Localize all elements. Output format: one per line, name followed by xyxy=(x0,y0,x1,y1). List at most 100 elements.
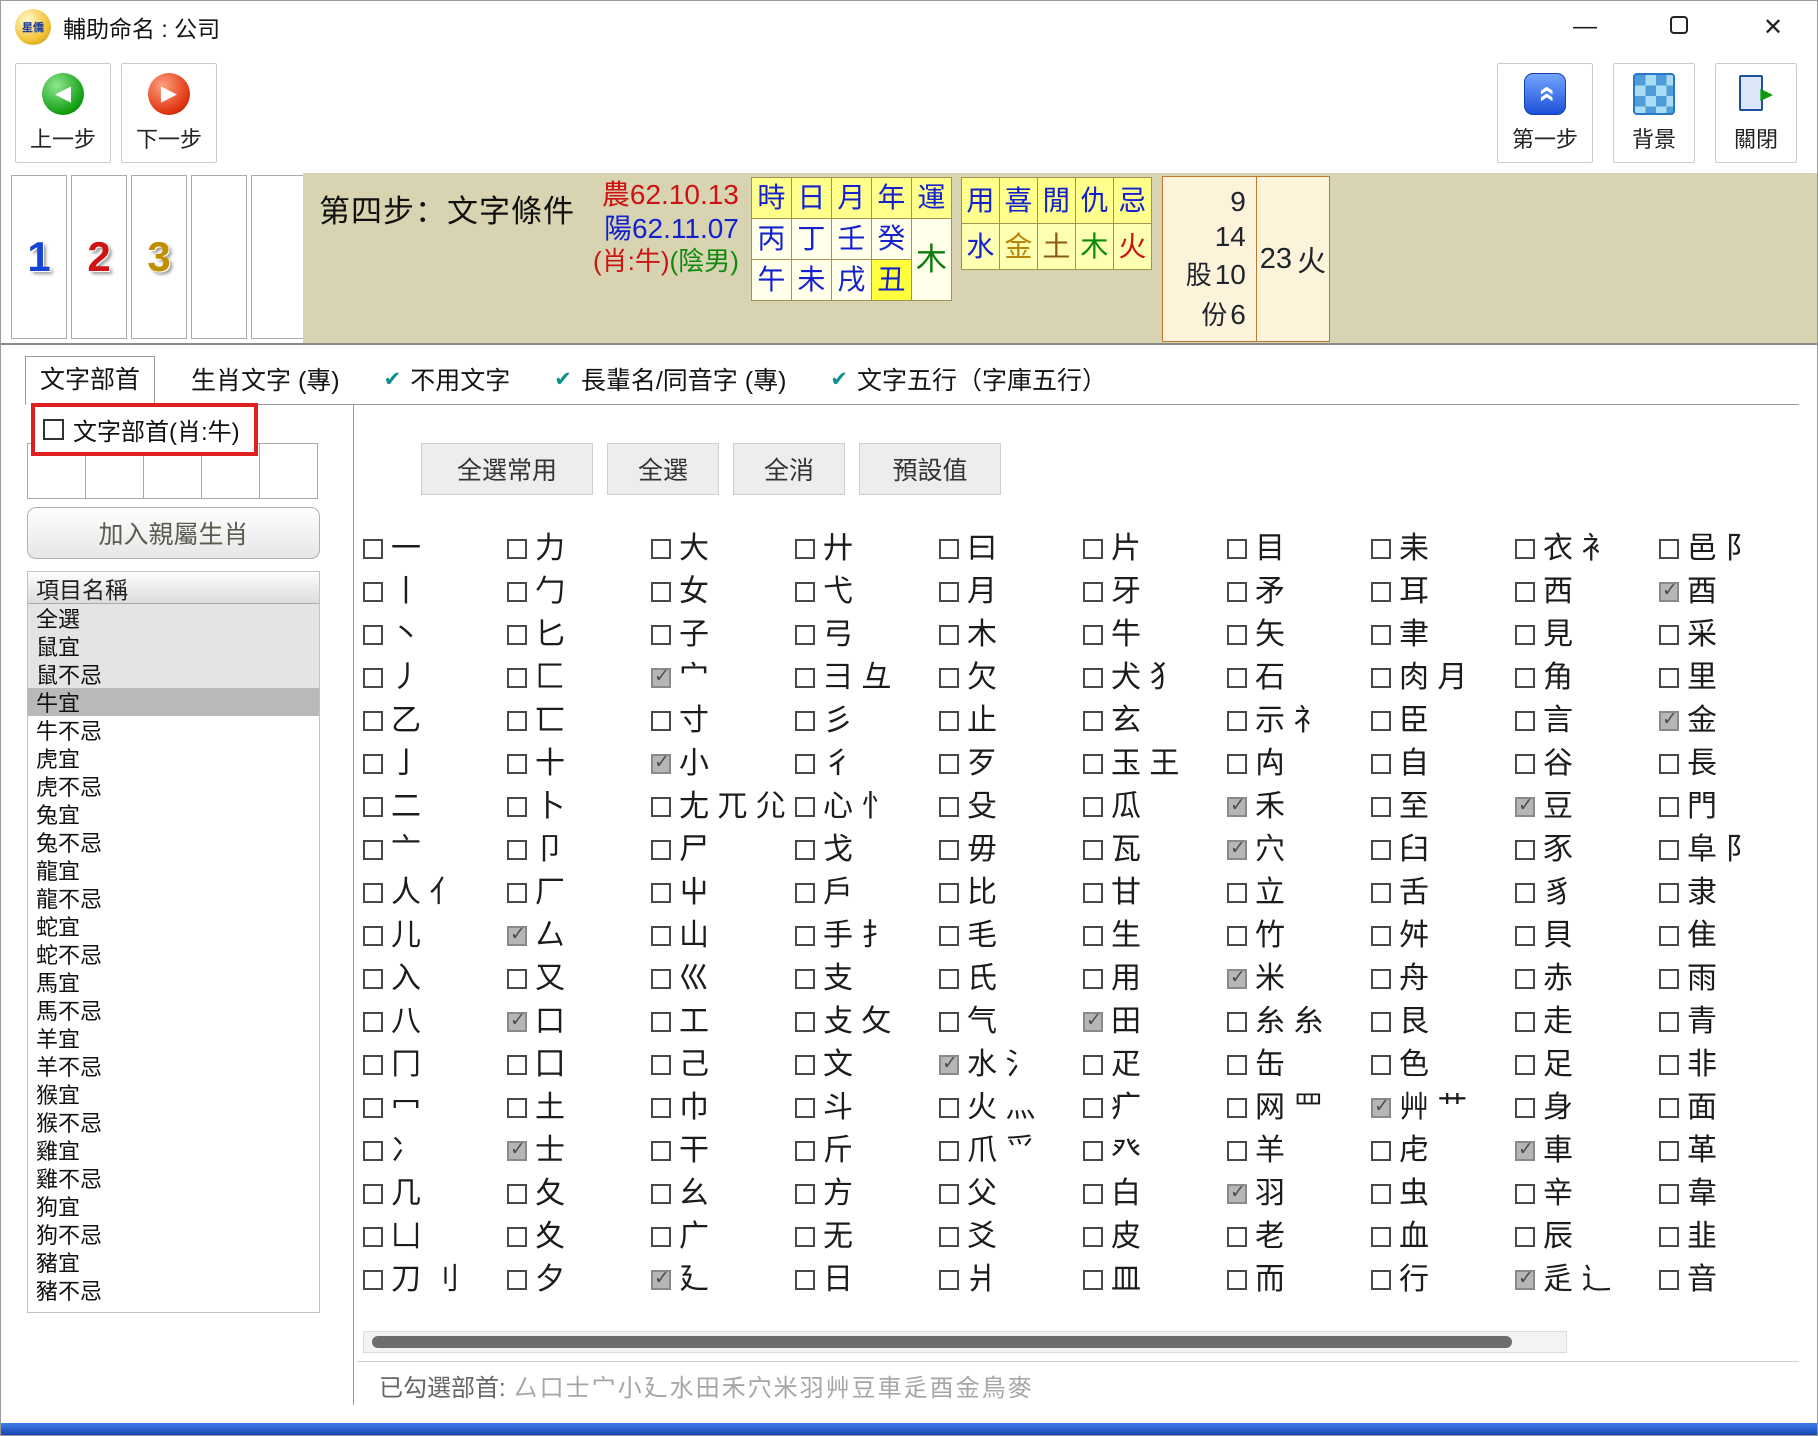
radical-checkbox[interactable] xyxy=(795,539,815,559)
radical-checkbox[interactable] xyxy=(651,969,671,989)
radical-checkbox[interactable] xyxy=(1659,1184,1679,1204)
radical-label[interactable]: 巾 xyxy=(679,1093,709,1123)
radical-checkbox[interactable] xyxy=(795,969,815,989)
radical-label[interactable]: 禾 xyxy=(1255,792,1285,822)
radical-checkbox[interactable] xyxy=(1371,539,1391,559)
radical-checkbox[interactable] xyxy=(1227,926,1247,946)
radical-checkbox[interactable] xyxy=(507,1012,527,1032)
radical-label[interactable]: 衣 衤 xyxy=(1543,534,1611,564)
list-item[interactable]: 蛇不忌 xyxy=(28,940,319,968)
radical-checkbox[interactable] xyxy=(1371,1098,1391,1118)
radical-checkbox[interactable] xyxy=(939,1141,959,1161)
radical-label[interactable]: 目 xyxy=(1255,534,1285,564)
radical-label[interactable]: 手 扌 xyxy=(823,921,891,951)
radical-label[interactable]: 見 xyxy=(1543,620,1573,650)
radical-checkbox[interactable] xyxy=(795,1098,815,1118)
radical-label[interactable]: 工 xyxy=(679,1007,709,1037)
radical-checkbox[interactable] xyxy=(1515,1270,1535,1290)
radical-checkbox[interactable] xyxy=(939,539,959,559)
radical-checkbox[interactable] xyxy=(1515,926,1535,946)
radical-label[interactable]: 月 xyxy=(967,577,997,607)
close-button[interactable]: ✕ xyxy=(1759,13,1787,42)
radical-checkbox[interactable] xyxy=(795,754,815,774)
radical-checkbox[interactable] xyxy=(651,668,671,688)
radical-checkbox[interactable] xyxy=(1083,1012,1103,1032)
prev-step-button[interactable]: ◀ 上一步 xyxy=(15,63,111,163)
radical-label[interactable]: 色 xyxy=(1399,1050,1429,1080)
radical-label[interactable]: 父 xyxy=(967,1179,997,1209)
list-item[interactable]: 馬不忌 xyxy=(28,996,319,1024)
radical-checkbox[interactable] xyxy=(507,754,527,774)
list-item[interactable]: 龍宜 xyxy=(28,856,319,884)
radical-checkbox[interactable] xyxy=(1515,625,1535,645)
list-item[interactable]: 虎不忌 xyxy=(28,772,319,800)
radical-label[interactable]: 彳 xyxy=(823,749,853,779)
step-slot-5[interactable] xyxy=(251,175,307,339)
radical-checkbox[interactable] xyxy=(507,668,527,688)
list-item[interactable]: 羊宜 xyxy=(28,1024,319,1052)
radical-checkbox[interactable] xyxy=(507,969,527,989)
radical-label[interactable]: 皿 xyxy=(1111,1265,1141,1295)
list-item[interactable]: 雞宜 xyxy=(28,1136,319,1164)
radical-label[interactable]: 臼 xyxy=(1399,835,1429,865)
radical-label[interactable]: 走 xyxy=(1543,1007,1573,1037)
radical-checkbox[interactable] xyxy=(795,625,815,645)
radical-label[interactable]: 丨 xyxy=(391,577,421,607)
radical-label[interactable]: 辰 xyxy=(1543,1222,1573,1252)
radical-label[interactable]: 凵 xyxy=(391,1222,421,1252)
radical-checkbox[interactable] xyxy=(1659,1141,1679,1161)
radical-label[interactable]: 人 亻 xyxy=(391,878,459,908)
radical-checkbox[interactable] xyxy=(1515,1098,1535,1118)
radical-label[interactable]: 水 氵 xyxy=(967,1050,1035,1080)
radical-checkbox[interactable] xyxy=(651,840,671,860)
radical-label[interactable]: 八 xyxy=(391,1007,421,1037)
radical-checkbox[interactable] xyxy=(939,625,959,645)
radical-checkbox[interactable] xyxy=(1515,1227,1535,1247)
radical-checkbox[interactable] xyxy=(507,1055,527,1075)
radical-label[interactable]: 匚 xyxy=(535,663,565,693)
radical-checkbox[interactable] xyxy=(1371,883,1391,903)
radical-checkbox[interactable] xyxy=(363,1098,383,1118)
radical-checkbox[interactable] xyxy=(1227,1141,1247,1161)
radical-checkbox[interactable] xyxy=(507,926,527,946)
radical-label[interactable]: 面 xyxy=(1687,1093,1717,1123)
radical-label[interactable]: 糸 糸 xyxy=(1255,1007,1323,1037)
radical-label[interactable]: 气 xyxy=(967,1007,997,1037)
radical-label[interactable]: 士 xyxy=(535,1136,565,1166)
radical-checkbox[interactable] xyxy=(1371,969,1391,989)
radical-label[interactable]: 瓦 xyxy=(1111,835,1141,865)
radical-checkbox[interactable] xyxy=(1227,711,1247,731)
radical-label[interactable]: 夂 xyxy=(535,1179,565,1209)
radical-label[interactable]: 止 xyxy=(967,706,997,736)
list-item[interactable]: 狗不忌 xyxy=(28,1220,319,1248)
radical-label[interactable]: 曰 xyxy=(967,534,997,564)
background-button[interactable]: 背景 xyxy=(1613,63,1695,163)
list-item[interactable]: 兔不忌 xyxy=(28,828,319,856)
radical-label[interactable]: 身 xyxy=(1543,1093,1573,1123)
radical-label[interactable]: 血 xyxy=(1399,1222,1429,1252)
radical-label[interactable]: 殳 xyxy=(967,792,997,822)
radical-checkbox[interactable] xyxy=(363,582,383,602)
radical-label[interactable]: 廾 xyxy=(823,534,853,564)
radical-label[interactable]: 酉 xyxy=(1687,577,1717,607)
radical-label[interactable]: 匸 xyxy=(535,706,565,736)
radical-label[interactable]: 冂 xyxy=(391,1050,421,1080)
step-slot-2[interactable]: 2 xyxy=(71,175,127,339)
radical-checkbox[interactable] xyxy=(1371,840,1391,860)
radical-checkbox[interactable] xyxy=(1515,1055,1535,1075)
radical-label[interactable]: 丿 xyxy=(391,663,421,693)
radical-checkbox[interactable] xyxy=(1083,1055,1103,1075)
radical-label[interactable]: 子 xyxy=(679,620,709,650)
radical-label[interactable]: 田 xyxy=(1111,1007,1141,1037)
radical-checkbox[interactable] xyxy=(363,1270,383,1290)
tab-unused-chars[interactable]: ✔不用文字 xyxy=(376,358,519,404)
step-slot-3[interactable]: 3 xyxy=(131,175,187,339)
radical-label[interactable]: 斤 xyxy=(823,1136,853,1166)
list-item[interactable]: 雞不忌 xyxy=(28,1164,319,1192)
radical-checkbox[interactable] xyxy=(1227,1184,1247,1204)
radical-checkbox[interactable] xyxy=(795,840,815,860)
radical-label[interactable]: 舛 xyxy=(1399,921,1429,951)
radical-label[interactable]: 革 xyxy=(1687,1136,1717,1166)
radical-checkbox[interactable] xyxy=(1083,969,1103,989)
radical-label[interactable]: 无 xyxy=(823,1222,853,1252)
